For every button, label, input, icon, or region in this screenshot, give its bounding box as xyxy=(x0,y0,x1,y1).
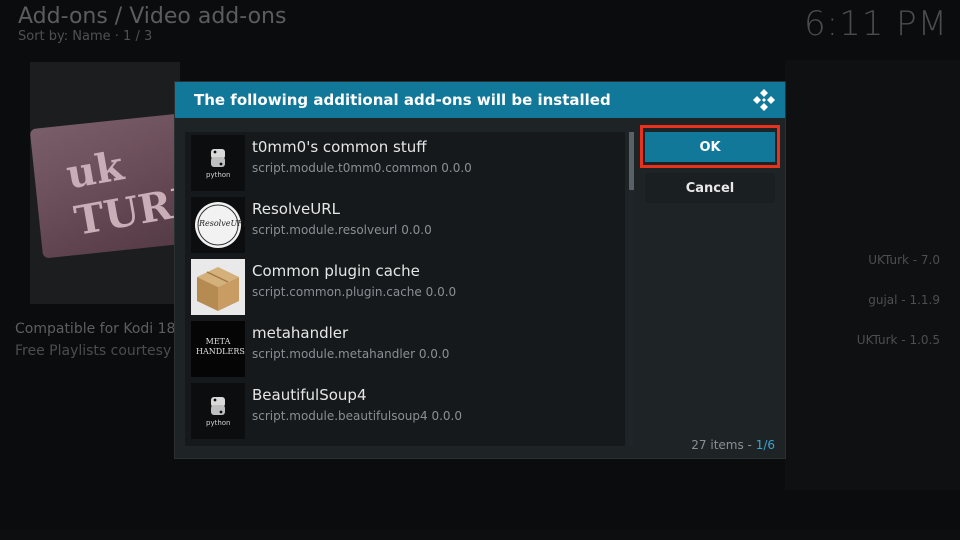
metahandler-logo-icon: META HANDLERS xyxy=(191,321,245,377)
resolveurl-logo-text: ResolveURL xyxy=(199,219,245,228)
cancel-button[interactable]: Cancel xyxy=(645,173,775,203)
list-item[interactable]: ResolveURL ResolveURL script.module.reso… xyxy=(185,194,625,256)
item-id: script.module.metahandler 0.0.0 xyxy=(252,347,450,361)
bottom-strip xyxy=(0,530,960,540)
list-item[interactable]: python BeautifulSoup4 script.module.beau… xyxy=(185,380,625,442)
python-icon-text: python xyxy=(206,171,231,179)
dialog-title: The following additional add-ons will be… xyxy=(194,91,611,109)
background-list-item-3: UKTurk - 1.0.5 xyxy=(856,333,940,347)
list-item[interactable]: Common plugin cache script.common.plugin… xyxy=(185,256,625,318)
python-icon-text: python xyxy=(206,419,231,427)
background-sort-label: Sort by: Name · 1 / 3 xyxy=(18,29,153,44)
background-right-panel xyxy=(785,60,960,490)
dialog-header: The following additional add-ons will be… xyxy=(175,82,785,118)
items-count: 27 items - 1/6 xyxy=(691,438,775,452)
list-item[interactable]: META HANDLERS metahandler script.module.… xyxy=(185,318,625,380)
item-name: metahandler xyxy=(252,324,349,342)
python-icon: python xyxy=(191,135,245,191)
resolveurl-logo-icon: ResolveURL xyxy=(191,197,245,253)
item-name: BeautifulSoup4 xyxy=(252,386,367,404)
background-title: Add-ons / Video add-ons xyxy=(18,4,287,29)
clock: 6:11 PM xyxy=(804,4,948,44)
list-item[interactable]: python t0mm0's common stuff script.modul… xyxy=(185,132,625,194)
item-id: script.module.resolveurl 0.0.0 xyxy=(252,223,432,237)
kodi-logo-icon xyxy=(753,89,775,111)
python-icon: python xyxy=(191,383,245,439)
items-count-prefix: 27 items - xyxy=(691,438,756,452)
addon-description-line2: Free Playlists courtesy o xyxy=(15,343,185,359)
items-count-page: 1/6 xyxy=(755,438,775,452)
item-name: ResolveURL xyxy=(252,200,341,218)
list-scrollbar-thumb[interactable] xyxy=(629,132,634,190)
background-list-item-1: UKTurk - 7.0 xyxy=(868,253,940,267)
addon-list[interactable]: python t0mm0's common stuff script.modul… xyxy=(185,132,625,446)
item-id: script.module.t0mm0.common 0.0.0 xyxy=(252,161,472,175)
install-dependencies-dialog: The following additional add-ons will be… xyxy=(175,82,785,458)
addon-fanart: uk TURK xyxy=(30,62,180,304)
item-id: script.module.beautifulsoup4 0.0.0 xyxy=(252,409,462,423)
item-name: Common plugin cache xyxy=(252,262,420,280)
addon-description-line1: Compatible for Kodi 18 xyxy=(15,321,176,337)
ok-button[interactable]: OK xyxy=(645,132,775,162)
list-scrollbar[interactable] xyxy=(629,132,634,446)
metahandler-logo-text: META HANDLERS xyxy=(196,337,245,356)
item-id: script.common.plugin.cache 0.0.0 xyxy=(252,285,457,299)
cardboard-box-icon xyxy=(191,259,245,315)
item-name: t0mm0's common stuff xyxy=(252,138,427,156)
background-list-item-2: gujal - 1.1.9 xyxy=(868,293,940,307)
